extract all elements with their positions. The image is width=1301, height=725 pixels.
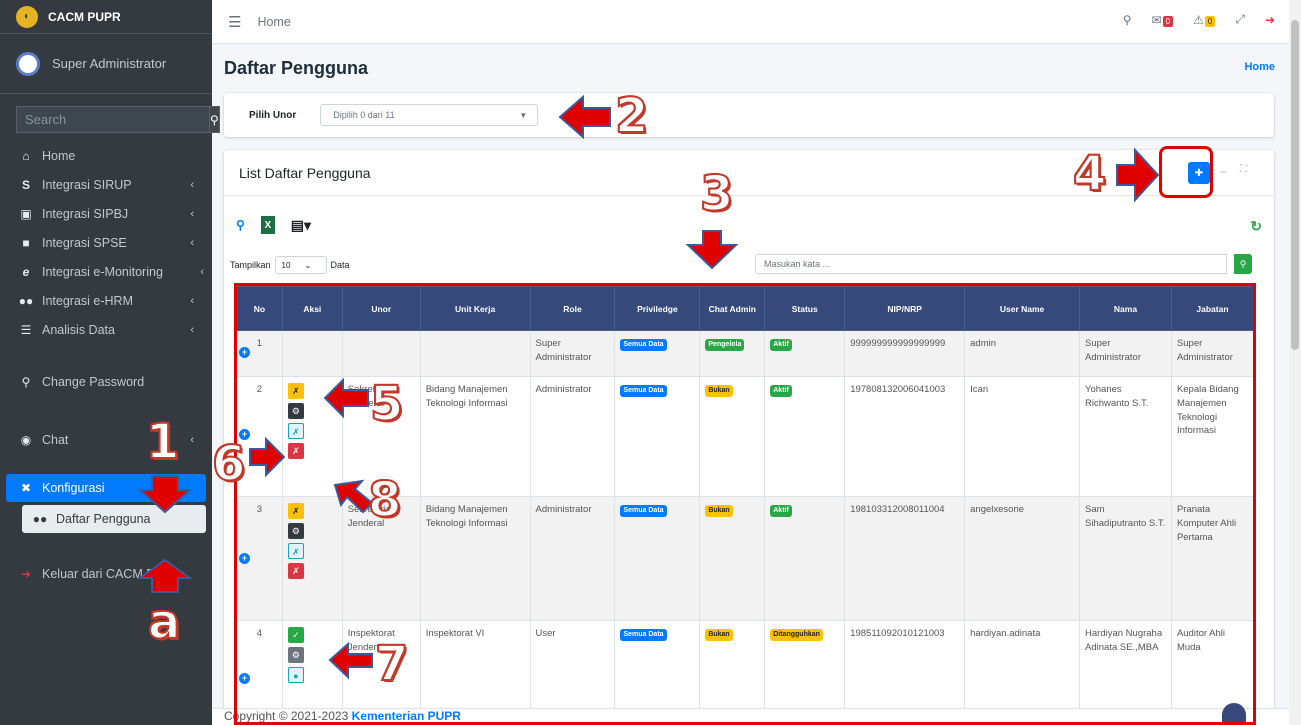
- annotation-arrows: [136, 94, 1160, 680]
- annotation-arrow-7: [328, 641, 373, 680]
- annotation-arrow-3: [685, 230, 739, 270]
- annotation-4: 4: [1072, 146, 1107, 202]
- annotation-arrow-6: [249, 436, 286, 478]
- annotation-2: 2: [614, 88, 649, 144]
- annotation-a: a: [147, 594, 181, 650]
- annotation-1: 1: [145, 414, 180, 470]
- annotation-arrow-5: [323, 377, 369, 419]
- annotation-arrow-4: [1116, 147, 1160, 203]
- annotation-6: 6: [211, 436, 246, 492]
- annotation-8: 8: [367, 472, 402, 528]
- annotation-arrow-8: [333, 479, 374, 514]
- annotation-5: 5: [369, 376, 404, 432]
- annotation-arrow-a: [136, 558, 194, 593]
- annotation-arrow-1: [137, 475, 193, 514]
- annotation-3: 3: [699, 166, 734, 222]
- annotation-arrow-2: [558, 94, 611, 140]
- annotation-7: 7: [374, 636, 409, 692]
